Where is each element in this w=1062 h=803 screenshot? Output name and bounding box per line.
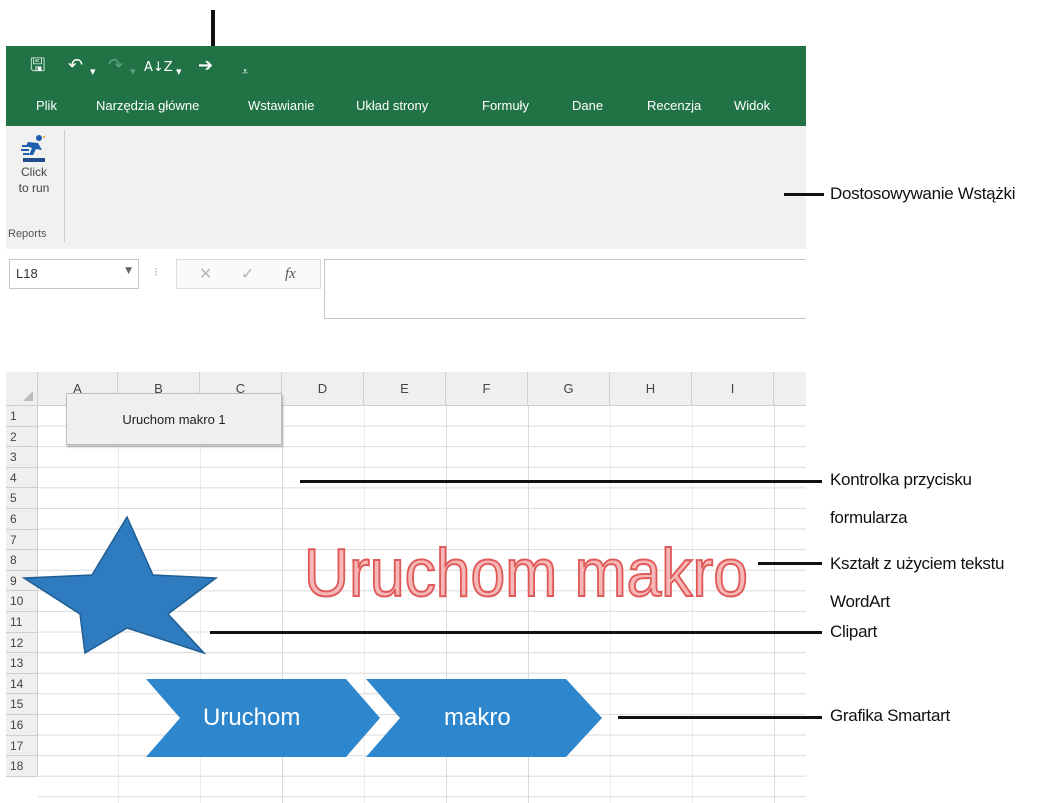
run-macro-icon[interactable]: ➔	[198, 54, 213, 78]
row-header-12[interactable]: 12	[6, 632, 38, 654]
run-report-icon	[21, 135, 45, 162]
ribbon-tabs: Plik Narzędzia główne Wstawianie Układ s…	[6, 86, 806, 126]
column-header-g[interactable]: G	[528, 372, 610, 406]
row-header-2[interactable]: 2	[6, 426, 38, 448]
wordart-callout-1: Kształt z użyciem tekstu	[830, 554, 1005, 573]
form-button-callout-2: formularza	[830, 508, 908, 527]
ribbon-separator	[64, 130, 65, 242]
column-header-i[interactable]: I	[692, 372, 774, 406]
save-icon[interactable]: 🖫	[30, 54, 45, 78]
formula-bar: L18 ▼ ⁝ ✕ ✓ fx	[6, 249, 806, 319]
ribbon-button-label-2: to run	[18, 181, 50, 195]
ribbon-callout: Dostosowywanie Wstążki	[830, 184, 1016, 203]
enter-icon[interactable]: ✓	[241, 264, 254, 283]
sort-icon[interactable]: A↓Z	[144, 56, 173, 80]
smartart-callout-line	[618, 716, 822, 719]
ribbon-group-label: Reports	[8, 228, 47, 240]
clipart-callout-line	[210, 631, 822, 634]
top-caption-cutoff	[6, 0, 506, 8]
row-header-4[interactable]: 4	[6, 467, 38, 489]
row-header-6[interactable]: 6	[6, 509, 38, 530]
name-box[interactable]: L18 ▼	[9, 259, 139, 289]
row-header-3[interactable]: 3	[6, 447, 38, 468]
sort-dropdown-icon[interactable]: ▾	[176, 60, 182, 84]
form-button-callout-1: Kontrolka przycisku	[830, 470, 972, 489]
row-header-1[interactable]: 1	[6, 406, 38, 427]
wordart-callout-line	[758, 562, 822, 565]
customize-qat-icon[interactable]: ⩡	[242, 60, 248, 84]
quick-access-toolbar: 🖫 ↶ ▾ ↷ ▾ A↓Z ▾ ➔ ⩡	[6, 46, 806, 86]
click-to-run-button[interactable]: Click to run	[8, 130, 60, 240]
formula-controls: ✕ ✓ fx	[176, 259, 321, 289]
row-header-11[interactable]: 11	[6, 612, 38, 633]
smartart-callout: Grafika Smartart	[830, 706, 950, 725]
row-header-5[interactable]: 5	[6, 488, 38, 509]
column-header-f[interactable]: F	[446, 372, 528, 406]
tab-narzedzia-glowne[interactable]: Narzędzia główne	[96, 86, 199, 126]
row-header-14[interactable]: 14	[6, 673, 38, 695]
row-header-10[interactable]: 10	[6, 591, 38, 612]
column-header-j[interactable]	[774, 372, 806, 406]
row-header-13[interactable]: 13	[6, 653, 38, 674]
column-header-h[interactable]: H	[610, 372, 692, 406]
tab-plik[interactable]: Plik	[36, 86, 57, 126]
wordart-callout-2: WordArt	[830, 592, 890, 611]
formula-input[interactable]	[324, 259, 806, 319]
undo-icon[interactable]: ↶	[68, 54, 83, 78]
smartart-label-1: Uruchom	[203, 704, 301, 731]
redo-icon: ↷	[108, 55, 124, 76]
row-header-8[interactable]: 8	[6, 550, 38, 571]
select-all-corner[interactable]	[6, 372, 38, 406]
formula-bar-grip[interactable]: ⁝	[154, 265, 158, 279]
row-header-9[interactable]: 9	[6, 570, 38, 592]
row-header-15[interactable]: 15	[6, 694, 38, 715]
redo-dropdown-icon: ▾	[130, 65, 136, 78]
row-header-16[interactable]: 16	[6, 715, 38, 736]
row-header-18[interactable]: 18	[6, 756, 38, 777]
qat-callout-line	[211, 10, 215, 46]
cell-area[interactable]	[38, 406, 806, 803]
tab-wstawianie[interactable]: Wstawianie	[248, 86, 314, 126]
form-button-callout-line	[300, 480, 822, 483]
column-header-d[interactable]: D	[282, 372, 364, 406]
ribbon-button-label-1: Click	[21, 165, 47, 179]
insert-function-icon[interactable]: fx	[285, 266, 296, 283]
tab-formuly[interactable]: Formuły	[482, 86, 529, 126]
smartart-label-2: makro	[444, 704, 511, 731]
tab-uklad-strony[interactable]: Układ strony	[356, 86, 428, 126]
name-box-value: L18	[16, 266, 38, 281]
clipart-callout: Clipart	[830, 622, 878, 641]
chevron-down-icon[interactable]: ▼	[125, 266, 132, 276]
ribbon-callout-line	[784, 193, 824, 196]
run-macro-form-button[interactable]: Uruchom makro 1	[66, 393, 282, 445]
cancel-icon[interactable]: ✕	[199, 264, 212, 283]
undo-dropdown-icon[interactable]: ▾	[90, 60, 96, 84]
tab-recenzja[interactable]: Recenzja	[647, 86, 701, 126]
row-header-7[interactable]: 7	[6, 529, 38, 551]
tab-dane[interactable]: Dane	[572, 86, 603, 126]
column-header-e[interactable]: E	[364, 372, 446, 406]
row-header-17[interactable]: 17	[6, 735, 38, 757]
tab-widok[interactable]: Widok	[734, 86, 770, 126]
